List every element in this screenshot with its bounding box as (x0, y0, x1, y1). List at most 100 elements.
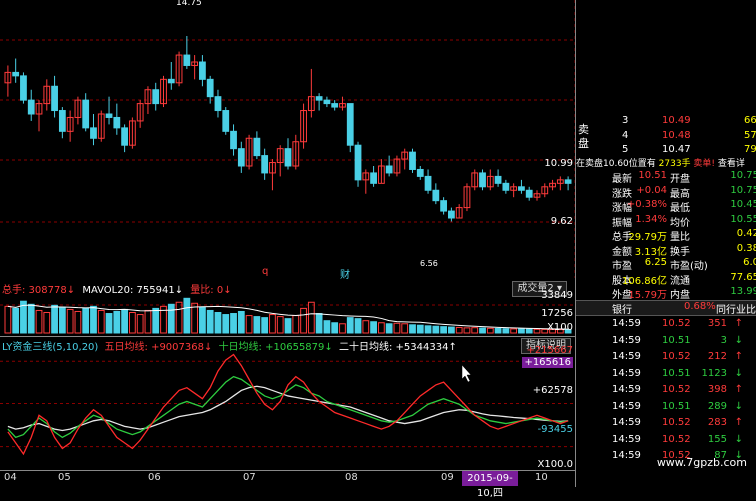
month-label: 04 (4, 472, 17, 483)
volume-bar (253, 316, 261, 334)
candle-body (222, 110, 230, 132)
indicator-unit-label: X100.0 (537, 459, 573, 470)
tick-time: 14:59 (612, 367, 641, 379)
candle-body (370, 172, 377, 184)
volume-bar (448, 326, 455, 334)
field-value: 106.86亿 (622, 275, 667, 287)
tick-row[interactable]: 14:59 10.51 3 ↓ (576, 333, 756, 350)
arrow-down-icon: ↓ (734, 400, 743, 412)
notice-link[interactable]: 查看详 (718, 159, 745, 169)
tick-volume: 155 (707, 433, 727, 445)
indicator-axis-label: +215667 (526, 345, 573, 356)
tick-row[interactable]: 14:59 10.51 289 ↓ (576, 399, 756, 416)
tick-price: 10.52 (662, 351, 691, 362)
field-label: 开盘 (670, 174, 690, 185)
quote-field-row: 总手 29.79万 量比 0.42 (576, 228, 756, 243)
volume-bar (307, 301, 315, 334)
volume-chart[interactable]: 总手: 308778↓ MAVOL20: 755941↓ 量比: 0↓ 成交量2… (0, 280, 575, 335)
candle-body (564, 179, 572, 184)
tick-price: 10.52 (662, 433, 691, 445)
candle-body (20, 75, 27, 101)
arrow-down-icon: ↓ (734, 367, 743, 379)
cursor-date-box: 2015-09-10,四 (462, 471, 518, 499)
volume-bar (401, 323, 409, 334)
field-value: 10.75 (730, 184, 756, 196)
volume-bar (245, 315, 253, 334)
order-notice[interactable]: 在卖盘10.60位置有 2733手 卖单! 查看详 (576, 156, 756, 170)
indicator-chart[interactable]: LY资金三线(5,10,20) 五日均线: +9007368↓ 十日均线: +1… (0, 336, 575, 471)
volume-bar (362, 320, 370, 334)
indicator-line-red (7, 353, 569, 456)
volume-bar (424, 325, 432, 334)
event-marker[interactable]: 财 (340, 266, 350, 281)
volume-bar (432, 325, 440, 334)
volume-bar (416, 324, 424, 334)
volume-bar (354, 318, 362, 334)
tick-volume: 1123 (701, 367, 727, 379)
event-marker[interactable]: q (262, 266, 268, 277)
field-label: 涨跌 (612, 188, 632, 200)
volume-bar (199, 306, 206, 334)
price-chart-svg (0, 0, 575, 278)
volume-bar (377, 322, 385, 334)
high-price-label: 14.75 (176, 0, 202, 8)
mouse-cursor-icon (461, 364, 472, 383)
tick-time: 14:59 (612, 318, 641, 329)
tick-row[interactable]: 14:59 10.51 1123 ↓ (576, 366, 756, 383)
tick-row[interactable]: 14:59 10.52 398 ↑ (576, 382, 756, 399)
tick-row[interactable]: 14:59 10.52 212 ↑ (576, 349, 756, 366)
arrow-up-icon: ↑ (734, 318, 743, 329)
field-value: +0.38% (626, 199, 667, 210)
candle-body (448, 210, 455, 219)
candle-body (502, 182, 510, 191)
volume-bar (339, 323, 346, 334)
volume-bar (276, 316, 284, 334)
field-label: 最高 (670, 188, 690, 200)
ask-level: 5 (622, 144, 629, 155)
tick-volume: 289 (707, 400, 727, 412)
volume-bar (97, 309, 105, 334)
field-value: 13.99 (730, 286, 756, 297)
candle-body (121, 127, 128, 146)
ask-volume: 66 (744, 115, 756, 126)
volume-axis-label: 33849 (541, 290, 573, 301)
mavol-label: MAVOL20: 755941 (82, 285, 175, 296)
quote-field-row: 外盘 15.79万 内盘 13.99 (576, 286, 756, 301)
quote-field-row: 振幅 1.34% 均价 10.55 (576, 214, 756, 229)
field-value: 3.13亿 (634, 246, 667, 258)
volume-bar (214, 312, 222, 334)
arrow-down-icon: ↓ (174, 285, 184, 296)
industry-bar[interactable]: 银行 0.68% 同行业比较 (576, 300, 756, 316)
time-axis: 04 05 06 07 08 09 2015-09-10,四 10 (0, 470, 575, 499)
volume-bar (486, 327, 494, 334)
ask-row[interactable]: 4 10.48 57 (576, 129, 756, 144)
industry-compare-link[interactable]: 同行业比较 (716, 301, 756, 316)
field-label: 最低 (670, 203, 690, 214)
volume-bar (518, 328, 525, 334)
ask-level: 4 (622, 130, 629, 141)
ask-row[interactable]: 3 10.49 66 (576, 114, 756, 129)
tick-price: 10.51 (662, 367, 691, 379)
price-chart[interactable]: 14.75 10.99 9.62 6.56 q 财 (0, 0, 575, 281)
volume-header: 总手: 308778↓ MAVOL20: 755941↓ 量比: 0↓ (2, 281, 232, 296)
field-value: 10.75 (730, 170, 756, 181)
tick-row[interactable]: 14:59 10.52 283 ↑ (576, 415, 756, 432)
candle-body (237, 148, 245, 167)
quote-field-row: 涨跌 +0.04 最高 10.75 (576, 184, 756, 200)
arrow-up-icon: ↑ (734, 384, 743, 395)
volume-bar (533, 328, 541, 334)
volume-bar (58, 306, 66, 334)
tick-row[interactable]: 14:59 10.52 351 ↑ (576, 316, 756, 333)
month-label: 09 (441, 472, 454, 483)
arrow-down-icon: ↓ (734, 433, 743, 445)
volume-bar (494, 327, 502, 334)
month-label: 07 (243, 472, 256, 483)
tick-row[interactable]: 14:59 10.52 155 ↓ (576, 432, 756, 449)
quote-field-row: 市盈 6.25 市盈(动) 6.0 (576, 257, 756, 272)
field-label: 量比 (670, 232, 690, 243)
candle-body (261, 155, 269, 174)
field-label: 内盘 (670, 290, 690, 301)
volume-ratio-label: 量比: 0 (190, 285, 224, 296)
volume-bar (43, 312, 51, 334)
total-volume-label: 总手: 308778 (2, 285, 67, 296)
